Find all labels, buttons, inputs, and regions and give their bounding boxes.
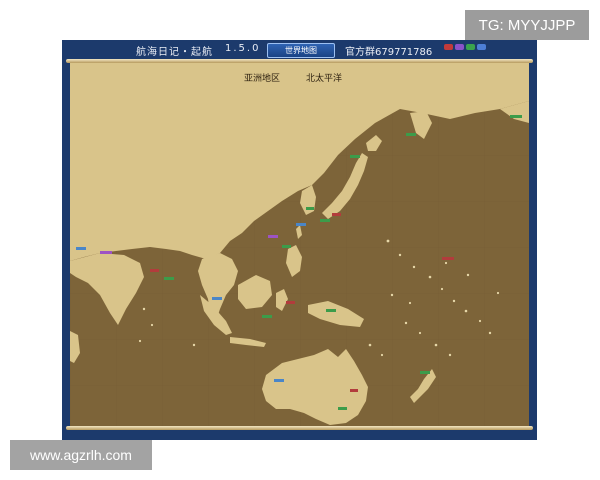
status-icon-blue[interactable] [477,44,486,50]
world-map-canvas[interactable]: 亚洲地区 北太平洋 [70,63,529,426]
status-icon-green[interactable] [466,44,475,50]
status-icon-purple[interactable] [455,44,464,50]
region-label-asia: 亚洲地区 [244,72,280,84]
official-group-text: 官方群679771786 [345,47,433,58]
tg-watermark: TG: MYYJJPP [465,10,589,40]
title-bar: 航海日记・起航 1.5.0 世界地图 官方群679771786 [62,40,537,58]
top-icons[interactable] [444,44,486,50]
site-watermark: www.agzrlh.com [10,440,152,470]
map-scroll-rod-bottom-icon [66,426,533,430]
game-title: 航海日记・起航 [136,47,213,58]
region-label-north-pacific: 北太平洋 [306,72,342,84]
world-map-tab[interactable]: 世界地图 [267,43,335,58]
game-version: 1.5.0 [225,43,261,54]
game-window: 航海日记・起航 1.5.0 世界地图 官方群679771786 亚洲地区 北太平… [62,40,537,440]
world-map[interactable]: 亚洲地区 北太平洋 [70,63,529,426]
status-bar [62,431,537,440]
status-icon-red[interactable] [444,44,453,50]
